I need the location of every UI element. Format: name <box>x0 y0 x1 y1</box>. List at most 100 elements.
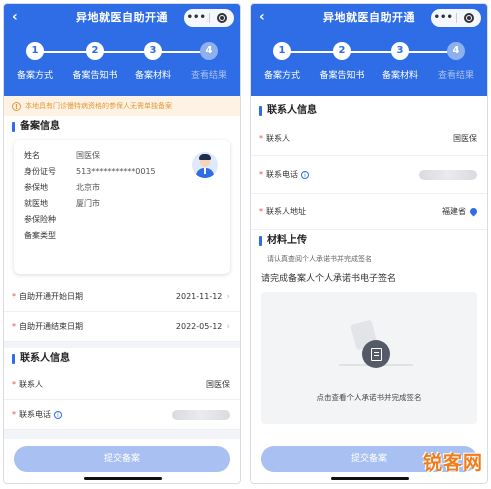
contact-address-field[interactable]: * 联系人地址 福建省 <box>251 194 487 230</box>
contact-section: 联系人信息 <box>251 96 487 122</box>
step-indicator: 1 备案方式 2 备案告知书 3 备案材料 4 查看结果 <box>4 32 240 96</box>
field-label: 自助开通结束日期 <box>19 322 83 331</box>
chevron-right-icon: › <box>226 321 230 332</box>
more-dots-icon[interactable]: ••• <box>431 9 456 27</box>
step-label: 备案方式 <box>263 71 300 81</box>
home-indicator <box>84 477 162 480</box>
step-number: 4 <box>200 42 218 60</box>
mini-program-capsule[interactable]: ••• <box>431 9 481 27</box>
start-date-value: 2021-11-12 <box>175 292 223 301</box>
required-star: * <box>12 410 16 419</box>
required-star: * <box>259 207 263 216</box>
info-icon[interactable]: i <box>301 170 309 179</box>
info-row: 姓名 国医保 <box>24 148 220 164</box>
phone-redacted <box>172 409 230 420</box>
section-title: 联系人信息 <box>251 100 487 122</box>
step-label: 备案告知书 <box>319 71 365 81</box>
nav-bar: ‹ 异地就医自助开通 ••• <box>4 4 240 32</box>
info-key: 就医地 <box>24 199 48 208</box>
start-date-field[interactable]: * 自助开通开始日期 2021-11-12 › <box>4 282 240 312</box>
step-indicator: 1 备案方式 2 备案告知书 3 备案材料 4 查看结果 <box>251 32 487 96</box>
info-key: 参保险种 <box>24 215 56 224</box>
notice-text: 本地具有门诊慢特病资格的参保人无需单独备案 <box>25 102 172 110</box>
contact-phone-field[interactable]: * 联系电话 i <box>251 156 487 194</box>
section-title: 材料上传 <box>251 230 487 252</box>
location-pin-icon[interactable] <box>468 206 479 217</box>
sign-document-icon[interactable] <box>362 340 390 368</box>
step-4: 4 查看结果 <box>179 42 239 82</box>
contact-phone-field[interactable]: * 联系电话 i <box>4 400 240 430</box>
sign-instruction: 点击查看个人承诺书并完成签名 <box>316 393 422 402</box>
field-label: 联系人 <box>266 134 290 143</box>
contact-name-value: 国医保 <box>453 134 477 143</box>
info-row: 备案类型 <box>24 228 220 244</box>
capsule-target-icon[interactable] <box>457 13 482 23</box>
step-4: 4 查看结果 <box>426 42 486 82</box>
contact-address-value: 福建省 <box>442 207 466 216</box>
notice-banner: ! 本地具有门诊慢特病资格的参保人无需单独备案 <box>4 96 240 116</box>
nav-bar: ‹ 异地就医自助开通 ••• <box>251 4 487 32</box>
right-phone-screen: ‹ 异地就医自助开通 ••• 1 备案方式 2 备案告知书 3 备案材料 4 查… <box>250 3 488 484</box>
contact-name-field[interactable]: * 联系人 国医保 <box>251 122 487 156</box>
required-star: * <box>259 134 263 143</box>
home-indicator <box>331 477 409 480</box>
step-number: 3 <box>391 42 409 60</box>
field-label: 联系人 <box>19 380 43 389</box>
step-1: 1 备案方式 <box>252 42 312 82</box>
bottom-bar: 提交备案 <box>4 439 240 483</box>
info-row: 参保险种 <box>24 212 220 228</box>
section-title: 备案信息 <box>4 116 240 138</box>
phone-redacted <box>419 169 477 180</box>
signature-area[interactable]: 点击查看个人承诺书并完成签名 <box>261 292 477 424</box>
step-label: 备案告知书 <box>72 71 118 81</box>
watermark-logo: 锐客网 <box>422 452 483 474</box>
info-row: 身份证号 513***********0015 <box>24 164 220 180</box>
info-key: 参保地 <box>24 183 48 192</box>
required-star: * <box>12 322 16 331</box>
materials-section: 材料上传 请认真查阅个人承诺书并完成签名 请完成备案人个人承诺书电子签名 点击查… <box>251 230 487 452</box>
field-label: 联系电话 <box>19 410 51 419</box>
screenshot-canvas: ‹ 异地就医自助开通 ••• 1 备案方式 2 备案告知书 3 备案材料 4 查… <box>0 0 491 489</box>
more-dots-icon[interactable]: ••• <box>184 9 209 27</box>
info-key: 身份证号 <box>24 167 56 176</box>
field-label: 联系电话 <box>266 170 298 179</box>
step-number: 3 <box>144 42 162 60</box>
submit-button[interactable]: 提交备案 <box>14 446 230 472</box>
info-row: 参保地 北京市 <box>24 180 220 196</box>
info-value: 北京市 <box>76 183 100 192</box>
step-number: 1 <box>273 42 291 60</box>
field-label: 自助开通开始日期 <box>19 292 83 301</box>
sign-title: 请完成备案人个人承诺书电子签名 <box>261 274 397 284</box>
step-label: 查看结果 <box>437 71 474 81</box>
info-value: 厦门市 <box>76 199 100 208</box>
filing-info-card: 姓名 国医保 身份证号 513***********0015 参保地 北京市 就医地 厦… <box>14 140 230 274</box>
end-date-field[interactable]: * 自助开通结束日期 2022-05-12 › <box>4 312 240 342</box>
info-value: 513***********0015 <box>76 167 156 176</box>
step-number: 2 <box>86 42 104 60</box>
step-label: 备案材料 <box>134 71 171 81</box>
required-star: * <box>259 170 263 179</box>
mini-program-capsule[interactable]: ••• <box>184 9 234 27</box>
info-icon[interactable]: i <box>54 410 62 419</box>
step-2: 2 备案告知书 <box>312 42 372 82</box>
contact-section: 联系人信息 <box>4 348 240 370</box>
step-1: 1 备案方式 <box>5 42 65 82</box>
left-phone-screen: ‹ 异地就医自助开通 ••• 1 备案方式 2 备案告知书 3 备案材料 4 查… <box>3 3 241 484</box>
contact-name-field[interactable]: * 联系人 国医保 <box>4 370 240 400</box>
step-3: 3 备案材料 <box>123 42 183 82</box>
info-key: 备案类型 <box>24 231 56 240</box>
required-star: * <box>12 292 16 301</box>
warning-icon: ! <box>12 101 21 111</box>
info-value: 国医保 <box>76 151 100 160</box>
info-key: 姓名 <box>24 151 40 160</box>
step-label: 查看结果 <box>190 71 227 81</box>
field-label: 联系人地址 <box>266 207 306 216</box>
avatar-icon <box>192 152 218 178</box>
materials-hint: 请认真查阅个人承诺书并完成签名 <box>267 255 372 263</box>
step-label: 备案材料 <box>381 71 418 81</box>
step-3: 3 备案材料 <box>370 42 430 82</box>
capsule-target-icon[interactable] <box>210 13 235 23</box>
contact-name-value: 国医保 <box>206 380 230 389</box>
section-title: 联系人信息 <box>4 348 240 370</box>
required-star: * <box>12 380 16 389</box>
